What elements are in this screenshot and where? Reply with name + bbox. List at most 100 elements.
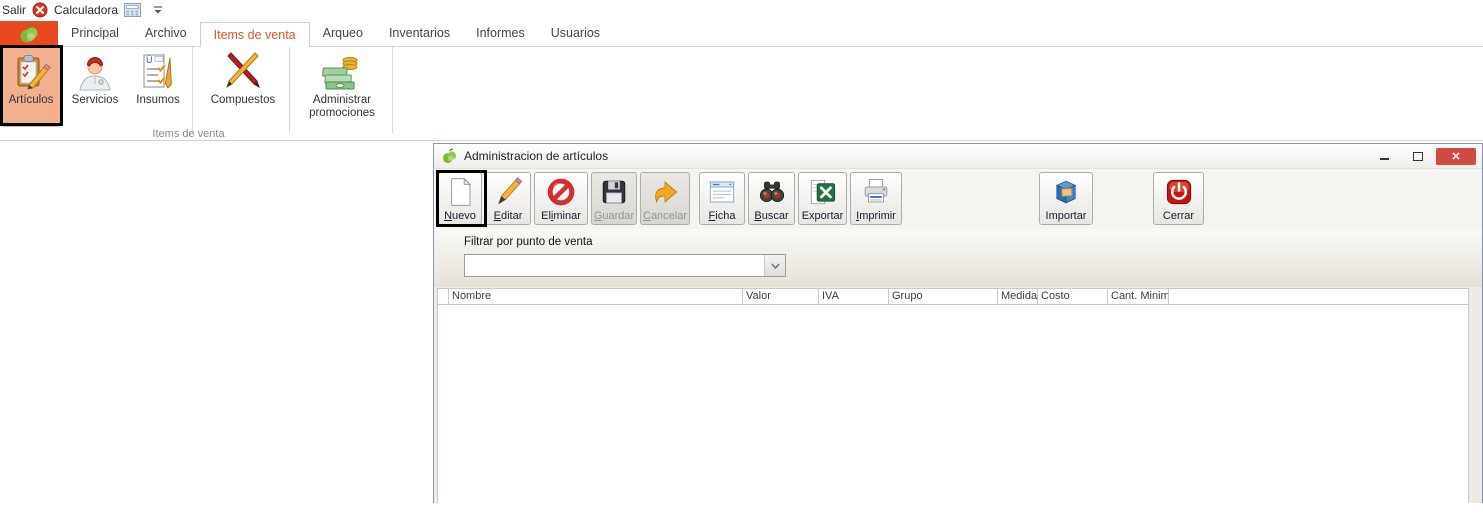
tab-inventarios[interactable]: Inventarios <box>376 21 463 46</box>
window-app-logo-icon <box>441 148 458 165</box>
column-header-nombre[interactable]: Nombre <box>449 289 743 304</box>
filter-panel: Filtrar por punto de venta <box>434 229 1482 287</box>
button-label: Guardar <box>594 210 634 222</box>
undo-arrow-icon <box>650 176 680 208</box>
ribbon-button-label: Servicios <box>72 94 119 106</box>
column-header-costo[interactable]: Costo <box>1038 289 1108 304</box>
button-label: Cancelar <box>643 210 687 222</box>
articles-grid[interactable]: Nombre Valor IVA Grupo Medida Costo Cant… <box>437 288 1469 503</box>
checklist-pencil-icon: Ū <box>138 50 178 94</box>
ribbon-separator <box>289 47 290 133</box>
ribbon-separator <box>192 47 193 133</box>
chevron-down-icon <box>153 5 163 15</box>
nuevo-button[interactable]: Nuevo <box>438 172 482 225</box>
grid-body-empty[interactable] <box>438 305 1468 519</box>
money-stack-icon <box>320 50 364 94</box>
minimize-icon <box>1380 158 1389 160</box>
quick-access-toolbar: Salir Calculadora <box>2 0 163 20</box>
app-logo-icon <box>18 23 40 45</box>
imprimir-button[interactable]: Imprimir <box>850 172 902 225</box>
button-label: Nuevo <box>444 210 476 222</box>
importar-button[interactable]: Importar <box>1039 172 1093 225</box>
prohibition-icon <box>546 176 576 208</box>
ribbon-button-insumos[interactable]: Ū Insumos <box>130 47 186 127</box>
exit-icon <box>32 2 48 18</box>
ribbon-button-compuestos[interactable]: Compuestos <box>203 47 283 127</box>
ribbon-group-items-de-venta: Artículos Servicios Ū <box>0 47 1483 141</box>
calculator-icon <box>124 3 141 17</box>
window-toolbar: Nuevo Editar Eliminar <box>434 169 1482 229</box>
window-titlebar[interactable]: Administracion de artículos ✕ <box>434 144 1482 169</box>
ribbon-button-label: Administrar promociones <box>298 94 386 120</box>
svg-text:Ū: Ū <box>146 55 153 65</box>
save-floppy-icon <box>599 176 629 208</box>
ribbon-button-articulos[interactable]: Artículos <box>2 47 60 127</box>
qat-calculadora-label[interactable]: Calculadora <box>54 3 118 17</box>
pencil-icon <box>493 176 523 208</box>
punto-de-venta-combobox[interactable] <box>464 254 786 277</box>
column-header-grupo[interactable]: Grupo <box>889 289 998 304</box>
button-label: Cerrar <box>1163 210 1194 222</box>
exportar-button[interactable]: Exportar <box>798 172 847 225</box>
qat-customize-dropdown-icon[interactable] <box>153 5 163 15</box>
tab-usuarios[interactable]: Usuarios <box>538 21 613 46</box>
ribbon-button-servicios[interactable]: Servicios <box>68 47 122 127</box>
column-header-medida[interactable]: Medida <box>998 289 1038 304</box>
chevron-down-icon <box>770 261 781 271</box>
button-label: Imprimir <box>856 210 896 222</box>
cancelar-button[interactable]: Cancelar <box>640 172 690 225</box>
minimize-button[interactable] <box>1370 148 1399 165</box>
power-icon <box>1164 176 1194 208</box>
import-box-icon <box>1051 176 1081 208</box>
column-header-valor[interactable]: Valor <box>743 289 819 304</box>
excel-icon <box>808 176 838 208</box>
crossed-pencils-icon <box>222 50 264 94</box>
calculator-icon[interactable] <box>124 3 141 17</box>
tab-arqueo[interactable]: Arqueo <box>310 21 376 46</box>
button-label: Ficha <box>709 210 736 222</box>
button-label: Eliminar <box>541 210 581 222</box>
application-menu-button[interactable] <box>0 21 58 46</box>
ribbon-separator <box>392 47 393 133</box>
maximize-icon <box>1413 152 1423 161</box>
ribbon-button-label: Insumos <box>136 94 179 106</box>
column-header-selector[interactable] <box>438 289 449 304</box>
guardar-button[interactable]: Guardar <box>591 172 637 225</box>
administracion-de-articulos-window: Administracion de artículos ✕ Nuevo Edit… <box>433 143 1483 503</box>
clipboard-pencil-icon <box>11 50 51 94</box>
printer-icon <box>861 176 891 208</box>
eliminar-button[interactable]: Eliminar <box>534 172 588 225</box>
tab-informes[interactable]: Informes <box>463 21 538 46</box>
button-label: Editar <box>494 210 523 222</box>
tab-archivo[interactable]: Archivo <box>132 21 200 46</box>
new-document-icon <box>445 176 475 208</box>
form-window-icon <box>707 176 737 208</box>
qat-salir-label[interactable]: Salir <box>2 3 26 17</box>
column-header-iva[interactable]: IVA <box>819 289 889 304</box>
ribbon-group-label: Items de venta <box>0 128 377 140</box>
tab-items-de-venta[interactable]: Items de venta <box>200 22 310 47</box>
column-header-cant-minima[interactable]: Cant. Minim <box>1108 289 1169 304</box>
close-button[interactable]: ✕ <box>1436 148 1476 165</box>
binoculars-icon <box>757 176 787 208</box>
service-person-icon <box>75 50 115 94</box>
editar-button[interactable]: Editar <box>485 172 531 225</box>
ribbon-button-administrar-promociones[interactable]: Administrar promociones <box>298 47 386 127</box>
button-label: Importar <box>1046 210 1087 222</box>
ribbon-button-label: Artículos <box>9 94 54 106</box>
tab-principal[interactable]: Principal <box>58 21 132 46</box>
filter-label: Filtrar por punto de venta <box>464 236 593 248</box>
button-label: Exportar <box>802 210 844 222</box>
cerrar-button[interactable]: Cerrar <box>1153 172 1204 225</box>
window-title: Administracion de artículos <box>464 149 1364 163</box>
exit-icon[interactable] <box>32 2 48 18</box>
ficha-button[interactable]: Ficha <box>699 172 745 225</box>
ribbon-tab-row: Principal Archivo Items de venta Arqueo … <box>0 22 1483 47</box>
combobox-dropdown-button[interactable] <box>764 255 785 276</box>
maximize-button[interactable] <box>1403 148 1432 165</box>
punto-de-venta-input[interactable] <box>465 255 764 276</box>
grid-header-row: Nombre Valor IVA Grupo Medida Costo Cant… <box>438 289 1468 305</box>
ribbon-button-label: Compuestos <box>211 94 276 106</box>
button-label: Buscar <box>754 210 788 222</box>
buscar-button[interactable]: Buscar <box>748 172 795 225</box>
